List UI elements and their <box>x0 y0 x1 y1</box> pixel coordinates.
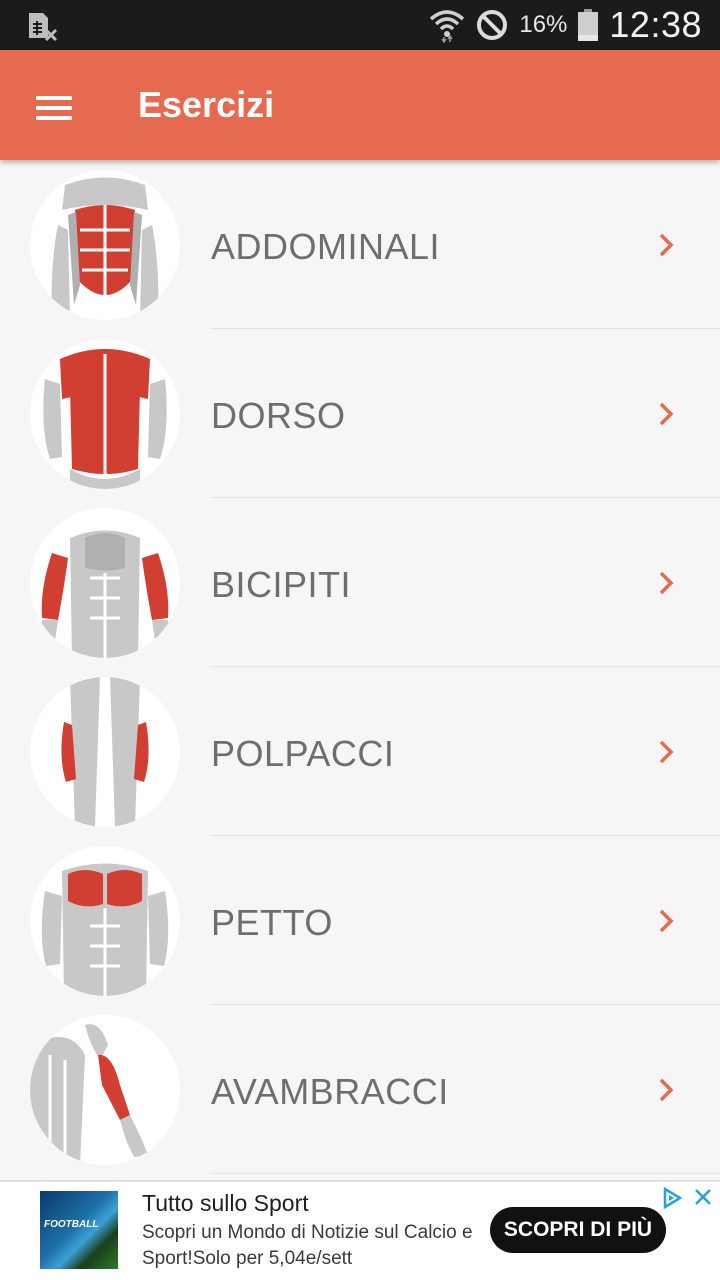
biceps-muscles-image <box>30 508 180 658</box>
ad-cta-button[interactable]: SCOPRI DI PIÙ <box>490 1207 666 1253</box>
list-item-petto[interactable]: PETTO <box>0 836 720 1005</box>
sim-card-blocked-icon <box>29 13 58 42</box>
ad-image[interactable]: FOOTBALL <box>40 1191 118 1269</box>
clock: 12:38 <box>609 4 702 45</box>
exercise-label: DORSO <box>211 395 346 436</box>
list-item-polpacci[interactable]: POLPACCI <box>0 667 720 836</box>
page-title: Esercizi <box>138 84 275 125</box>
battery-icon <box>578 9 599 41</box>
ad-title[interactable]: Tutto sullo Sport <box>142 1190 309 1217</box>
do-not-disturb-icon <box>477 10 508 40</box>
chevron-right-icon <box>659 909 674 933</box>
exercise-list: ADDOMINALI DORSO BICIPITI POLPACCI PETTO… <box>0 160 720 1174</box>
exercise-label: ADDOMINALI <box>211 226 441 267</box>
chest-muscles-image <box>30 846 180 996</box>
exercise-label: PETTO <box>211 902 333 943</box>
forearm-muscles-image <box>30 1015 180 1165</box>
wifi-icon <box>430 10 465 43</box>
exercise-label: POLPACCI <box>211 733 395 774</box>
close-icon[interactable] <box>692 1186 714 1208</box>
exercise-label: BICIPITI <box>211 564 352 605</box>
ad-body: Scopri un Mondo di Notizie sul Calcio e … <box>142 1222 473 1269</box>
calves-muscles-image <box>30 677 180 827</box>
abs-muscles-image <box>30 170 180 320</box>
battery-percentage: 16% <box>519 11 568 38</box>
list-item-avambracci[interactable]: AVAMBRACCI <box>0 1005 720 1174</box>
status-bar: 16% 12:38 <box>0 0 720 50</box>
exercise-label: AVAMBRACCI <box>211 1071 449 1112</box>
list-item-bicipiti[interactable]: BICIPITI <box>0 498 720 667</box>
hamburger-menu-icon[interactable] <box>36 96 72 120</box>
chevron-right-icon <box>659 571 674 595</box>
back-muscles-image <box>30 339 180 489</box>
adchoices-icon[interactable] <box>660 1186 684 1210</box>
list-item-addominali[interactable]: ADDOMINALI <box>0 160 720 329</box>
chevron-right-icon <box>659 740 674 764</box>
chevron-right-icon <box>659 1078 674 1102</box>
ad-image-text: FOOTBALL <box>44 1219 99 1230</box>
chevron-right-icon <box>659 402 674 426</box>
divider <box>210 1173 720 1174</box>
list-item-dorso[interactable]: DORSO <box>0 329 720 498</box>
ad-banner[interactable]: FOOTBALL Tutto sullo Sport Scopri un Mon… <box>0 1180 720 1280</box>
app-bar: Esercizi <box>0 50 720 160</box>
chevron-right-icon <box>659 233 674 257</box>
